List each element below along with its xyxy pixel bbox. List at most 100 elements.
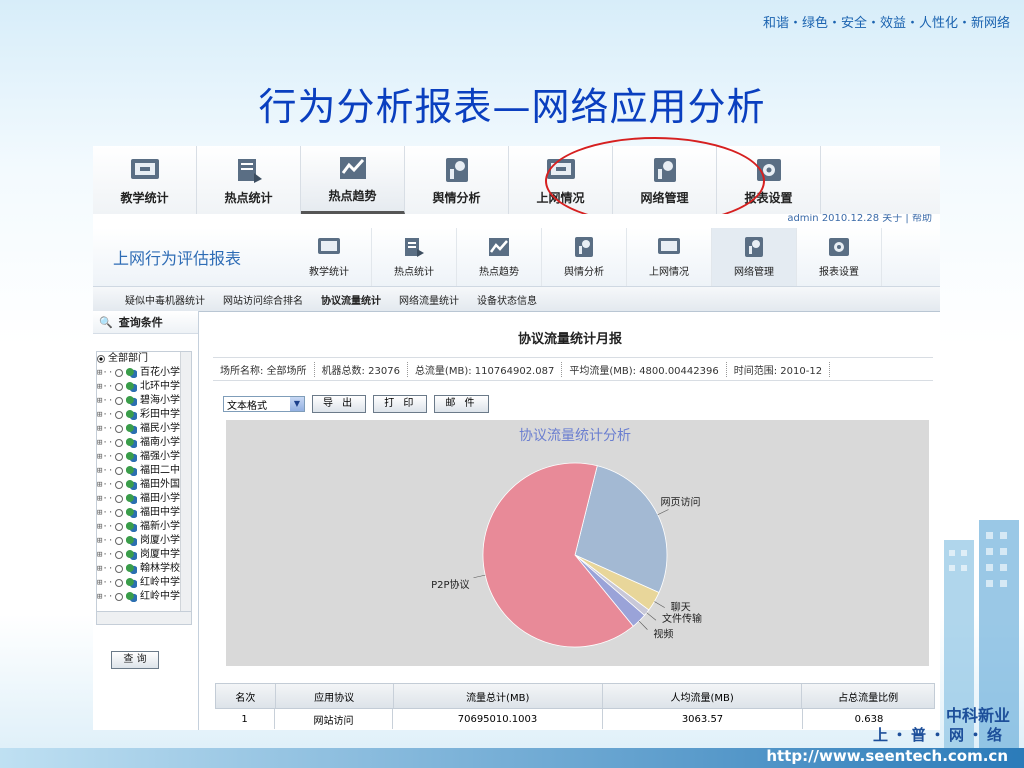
- toolbar-label: 舆情分析: [432, 190, 481, 205]
- report-toolbar: 文本格式 ▼ 导 出 打 印 邮 件: [223, 395, 489, 413]
- pie-label-leader: [473, 574, 486, 579]
- tree-item[interactable]: ⊞·· 福民小学: [97, 422, 191, 436]
- expand-icon[interactable]: ⊞··: [97, 366, 115, 380]
- tree-item[interactable]: ⊞·· 岗厦中学: [97, 548, 191, 562]
- key-icon: [653, 157, 676, 182]
- group-icon: [126, 536, 137, 546]
- report-content: 协议流量统计月报 场所名称: 全部场所 机器总数: 23076 总流量(MB):…: [199, 311, 940, 730]
- nav-hotspot-stats[interactable]: 热点统计: [372, 228, 457, 286]
- info-site: 场所名称: 全部场所: [213, 361, 315, 377]
- expand-icon[interactable]: ⊞··: [97, 436, 115, 450]
- export-button[interactable]: 导 出: [312, 395, 367, 413]
- query-button[interactable]: 查 询: [111, 651, 159, 669]
- department-tree[interactable]: 全部部门 ⊞·· 百花小学 ⊞·· 北环中学 ⊞·· 碧海小学 ⊞·· 彩田中学 ⊞·· 福民小学…: [96, 351, 192, 613]
- expand-icon[interactable]: ⊞··: [97, 394, 115, 408]
- toolbar-teaching-stats-button[interactable]: 教学统计: [93, 146, 197, 214]
- tree-item[interactable]: ⊞·· 百花小学: [97, 366, 191, 380]
- radio-icon[interactable]: [115, 565, 123, 573]
- subnav-suspected-virus[interactable]: 疑似中毒机器统计: [125, 292, 205, 307]
- subnav-site-ranking[interactable]: 网站访问综合排名: [223, 292, 303, 307]
- radio-icon[interactable]: [115, 579, 123, 587]
- radio-icon[interactable]: [115, 467, 123, 475]
- subnav-protocol-traffic[interactable]: 协议流量统计: [321, 292, 381, 307]
- table-row[interactable]: 1 网站访问 70695010.1003 3063.57 0.638: [215, 709, 935, 729]
- nav-teaching-stats[interactable]: 教学统计: [287, 228, 372, 286]
- tree-root[interactable]: 全部部门: [97, 352, 191, 366]
- tree-item[interactable]: ⊞·· 红岭中学: [97, 590, 191, 604]
- tree-item[interactable]: ⊞·· 红岭中学: [97, 576, 191, 590]
- toolbar-report-settings-button[interactable]: 报表设置: [717, 146, 821, 214]
- radio-icon[interactable]: [115, 551, 123, 559]
- tree-item[interactable]: ⊞·· 福新小学: [97, 520, 191, 534]
- expand-icon[interactable]: ⊞··: [97, 492, 115, 506]
- group-icon: [126, 368, 137, 378]
- expand-icon[interactable]: ⊞··: [97, 506, 115, 520]
- radio-icon[interactable]: [115, 383, 123, 391]
- radio-icon[interactable]: [115, 439, 123, 447]
- expand-icon[interactable]: ⊞··: [97, 562, 115, 576]
- subnav-network-traffic[interactable]: 网络流量统计: [399, 292, 459, 307]
- radio-icon[interactable]: [115, 593, 123, 601]
- toolbar-internet-usage-button[interactable]: 上网情况: [509, 146, 613, 214]
- print-button[interactable]: 打 印: [373, 395, 428, 413]
- email-button[interactable]: 邮 件: [434, 395, 489, 413]
- toolbar-network-mgmt-button[interactable]: 网络管理: [613, 146, 717, 214]
- radio-icon[interactable]: [115, 509, 123, 517]
- radio-icon[interactable]: [115, 411, 123, 419]
- chart-title: 协议流量统计分析: [519, 428, 631, 444]
- user-bar: admin 2010.12.28 关于 | 帮助: [787, 214, 932, 224]
- pie-label-leader: [646, 612, 657, 621]
- horizontal-scrollbar[interactable]: [96, 611, 192, 625]
- radio-icon[interactable]: [115, 481, 123, 489]
- radio-icon[interactable]: [115, 425, 123, 433]
- nav-sentiment[interactable]: 舆情分析: [542, 228, 627, 286]
- expand-icon[interactable]: ⊞··: [97, 548, 115, 562]
- tree-item[interactable]: ⊞·· 福田小学: [97, 492, 191, 506]
- radio-icon[interactable]: [97, 355, 105, 363]
- tree-item[interactable]: ⊞·· 彩田中学: [97, 408, 191, 422]
- radio-icon[interactable]: [115, 523, 123, 531]
- group-icon: [126, 592, 137, 602]
- tree-item[interactable]: ⊞·· 碧海小学: [97, 394, 191, 408]
- tree-item[interactable]: ⊞·· 岗厦小学: [97, 534, 191, 548]
- tree-item[interactable]: ⊞·· 福强小学: [97, 450, 191, 464]
- expand-icon[interactable]: ⊞··: [97, 576, 115, 590]
- expand-icon[interactable]: ⊞··: [97, 380, 115, 394]
- group-icon: [126, 550, 137, 560]
- toolbar-sentiment-button[interactable]: 舆情分析: [405, 146, 509, 214]
- radio-icon[interactable]: [115, 495, 123, 503]
- radio-icon[interactable]: [115, 369, 123, 377]
- nav-internet-usage[interactable]: 上网情况: [627, 228, 712, 286]
- toolbar-hotspot-stats-button[interactable]: 热点统计: [197, 146, 301, 214]
- expand-icon[interactable]: ⊞··: [97, 520, 115, 534]
- nav-network-mgmt[interactable]: 网络管理: [712, 228, 797, 286]
- radio-icon[interactable]: [115, 453, 123, 461]
- tree-item-label: 福田二中: [140, 465, 180, 476]
- vertical-scrollbar[interactable]: [180, 352, 191, 612]
- expand-icon[interactable]: ⊞··: [97, 464, 115, 478]
- group-icon: [126, 382, 137, 392]
- expand-icon[interactable]: ⊞··: [97, 422, 115, 436]
- radio-icon[interactable]: [115, 397, 123, 405]
- tree-item[interactable]: ⊞·· 福南小学: [97, 436, 191, 450]
- toolbar-hotspot-trend-button[interactable]: 热点趋势: [301, 146, 405, 214]
- nav-report-settings[interactable]: 报表设置: [797, 228, 882, 286]
- expand-icon[interactable]: ⊞··: [97, 590, 115, 604]
- tree-item[interactable]: ⊞·· 福田中学: [97, 506, 191, 520]
- tree-item[interactable]: ⊞·· 翰林学校: [97, 562, 191, 576]
- nav-label: 热点统计: [394, 267, 434, 278]
- expand-icon[interactable]: ⊞··: [97, 408, 115, 422]
- radio-icon[interactable]: [115, 537, 123, 545]
- tree-item-label: 福民小学: [140, 423, 180, 434]
- col-ratio: 占总流量比例: [838, 692, 899, 704]
- tree-item[interactable]: ⊞·· 北环中学: [97, 380, 191, 394]
- nav-hotspot-trend[interactable]: 热点趋势: [457, 228, 542, 286]
- expand-icon[interactable]: ⊞··: [97, 478, 115, 492]
- format-select[interactable]: 文本格式 ▼: [223, 396, 305, 412]
- footer-url[interactable]: http://www.seentech.com.cn: [766, 747, 1008, 765]
- subnav-device-status[interactable]: 设备状态信息: [477, 292, 537, 307]
- tree-item[interactable]: ⊞·· 福田外国: [97, 478, 191, 492]
- expand-icon[interactable]: ⊞··: [97, 450, 115, 464]
- tree-item[interactable]: ⊞·· 福田二中: [97, 464, 191, 478]
- expand-icon[interactable]: ⊞··: [97, 534, 115, 548]
